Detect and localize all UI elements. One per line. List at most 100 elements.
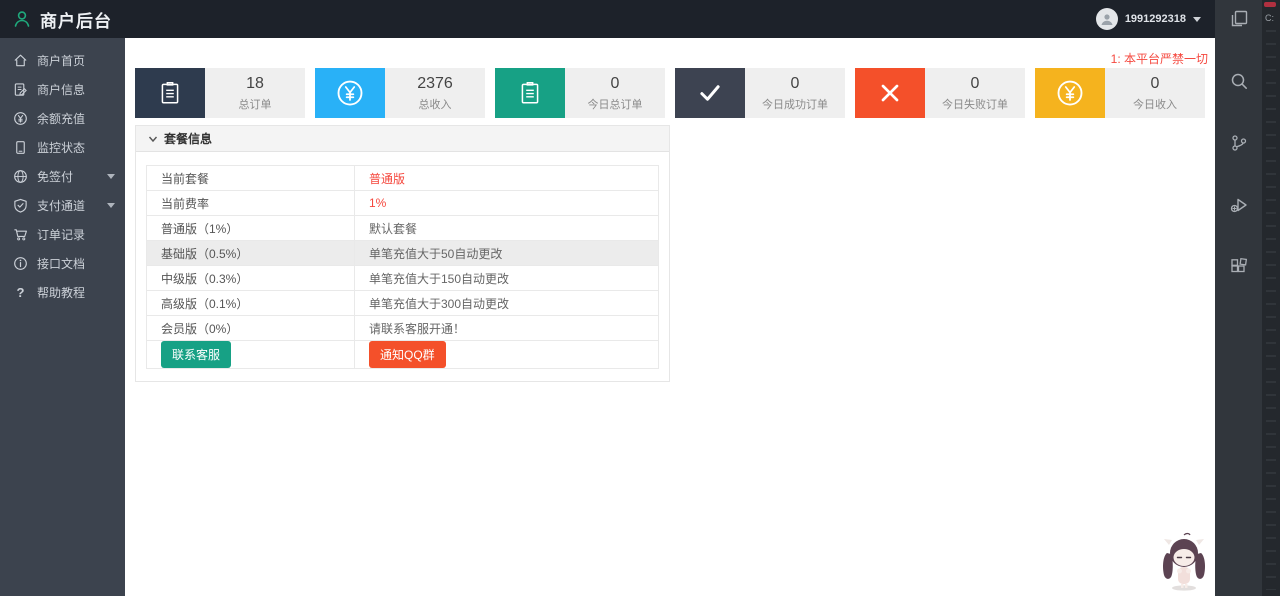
stat-label: 总收入 [418,98,452,111]
sidebar-item-no-sign-pay[interactable]: 免签付 [0,162,125,191]
clipboard-icon [135,68,205,118]
sidebar-item-order-records[interactable]: 订单记录 [0,220,125,249]
extensions-icon[interactable] [1224,252,1254,282]
stat-label: 今日收入 [1133,98,1177,111]
row-value: 单笔充值大于150自动更改 [354,265,659,291]
row-value: 单笔充值大于50自动更改 [354,240,659,266]
sidebar-item-api-docs[interactable]: 接口文档 [0,249,125,278]
run-debug-icon[interactable] [1224,190,1254,220]
home-icon [14,54,27,67]
top-header-bar: 商户后台 1991292318 [0,0,1215,38]
stat-card-total-income: 2376 总收入 [315,68,485,118]
stat-value: 18 [246,74,264,92]
sidebar-item-label: 接口文档 [37,257,86,271]
sidebar-item-balance-recharge[interactable]: 余额充值 [0,104,125,133]
sidebar-item-label: 监控状态 [37,141,86,155]
stat-card-today-failed-orders: 0 今日失败订单 [855,68,1025,118]
mascot-character[interactable] [1155,531,1213,593]
globe-icon [14,170,27,183]
stat-card-total-orders: 18 总订单 [135,68,305,118]
clipboard-icon [495,68,565,118]
user-menu[interactable]: 1991292318 [1095,8,1215,30]
table-row: 普通版（1%） 默认套餐 [146,215,659,241]
row-value: 请联系客服开通！ [354,315,659,341]
sidebar-item-home[interactable]: 商户首页 [0,46,125,75]
sidebar: 商户首页 商户信息 余额充值 监控状态 免签付 支付通道 订单记录 接口文档 ?… [0,38,125,596]
row-label: 高级版（0.1%） [146,290,355,316]
person-logo-icon [14,11,30,27]
check-icon [675,68,745,118]
package-info-table: 当前套餐 普通版 当前费率 1% 普通版（1%） 默认套餐 基础版（0.5%） … [146,165,659,369]
row-value: 1% [354,190,659,216]
content-area: 1: 本平台严禁一切 18 总订单 2376 总收入 0 今日总订单 0 今日成… [125,38,1215,596]
sidebar-item-merchant-info[interactable]: 商户信息 [0,75,125,104]
cart-icon [14,229,27,241]
stat-label: 今日总订单 [587,98,643,111]
announcement-marquee: 1: 本平台严禁一切 [1110,52,1208,66]
avatar[interactable] [1095,8,1118,30]
avatar-person-icon [1101,14,1113,25]
chevron-down-icon [148,136,158,142]
sidebar-item-label: 商户首页 [37,54,86,68]
table-row: 当前费率 1% [146,190,659,216]
stat-card-today-orders: 0 今日总订单 [495,68,665,118]
info-circle-icon [14,257,27,270]
chevron-down-icon [1193,16,1201,22]
screen: 商户后台 1991292318 商户首页 商户信息 余额充值 监控状态 免签付 … [0,0,1280,596]
user-id: 1991292318 [1124,13,1186,25]
sidebar-item-payment-channel[interactable]: 支付通道 [0,191,125,220]
row-value: 普通版 [354,165,659,191]
sidebar-item-label: 免签付 [37,170,74,184]
chevron-down-icon [107,203,115,208]
contact-support-button[interactable]: 联系客服 [161,341,232,368]
stat-label: 今日失败订单 [942,98,1008,111]
row-value: 默认套餐 [354,215,659,241]
stat-card-today-income: 0 今日收入 [1035,68,1205,118]
sidebar-item-label: 订单记录 [37,228,86,242]
main-area: 商户首页 商户信息 余额充值 监控状态 免签付 支付通道 订单记录 接口文档 ?… [0,38,1215,596]
table-row-buttons: 联系客服 通知QQ群 [146,340,659,369]
yen-circle-icon [315,68,385,118]
table-row: 当前套餐 普通版 [146,165,659,191]
package-info-panel-header[interactable]: 套餐信息 [136,126,669,152]
merchant-admin-app: 商户后台 1991292318 商户首页 商户信息 余额充值 监控状态 免签付 … [0,0,1215,596]
row-label: 基础版（0.5%） [146,240,355,266]
sidebar-item-label: 帮助教程 [37,286,86,300]
stat-cards-row: 18 总订单 2376 总收入 0 今日总订单 0 今日成功订单 0 今日失败订… [135,68,1215,118]
activity-bar [1215,0,1262,596]
sidebar-item-label: 余额充值 [37,112,86,126]
pages-icon[interactable] [1224,4,1254,34]
row-label: 当前套餐 [146,165,355,191]
search-icon[interactable] [1224,66,1254,96]
sidebar-item-label: 商户信息 [37,83,86,97]
notify-qq-group-button[interactable]: 通知QQ群 [369,341,446,368]
row-value: 单笔充值大于300自动更改 [354,290,659,316]
editor-tab-badge [1264,2,1276,7]
stat-value: 0 [970,74,980,92]
yen-circle-icon [14,112,27,125]
stat-label: 总订单 [238,98,272,111]
table-row: 基础版（0.5%） 单笔充值大于50自动更改 [146,240,659,266]
table-row: 会员版（0%） 请联系客服开通！ [146,315,659,341]
stat-value: 0 [1150,74,1160,92]
table-row: 高级版（0.1%） 单笔充值大于300自动更改 [146,290,659,316]
source-control-icon[interactable] [1224,128,1254,158]
sidebar-item-monitor-status[interactable]: 监控状态 [0,133,125,162]
editor-path-label: C: [1265,13,1274,23]
package-info-panel: 套餐信息 当前套餐 普通版 当前费率 1% 普通版（1%） 默认套餐 基础版（0… [135,125,670,382]
row-label: 当前费率 [146,190,355,216]
stat-card-today-success-orders: 0 今日成功订单 [675,68,845,118]
yen-circle-icon [1035,68,1105,118]
row-label: 普通版（1%） [146,215,355,241]
table-row: 中级版（0.3%） 单笔充值大于150自动更改 [146,265,659,291]
panel-title: 套餐信息 [164,132,213,146]
stat-value: 2376 [417,74,453,92]
shield-check-icon [14,198,27,213]
page-title: 商户后台 [40,11,112,31]
sidebar-item-label: 支付通道 [37,199,86,213]
editor-code-lines [1266,30,1276,590]
sidebar-item-help-tutorial[interactable]: ? 帮助教程 [0,278,125,307]
edit-document-icon [14,83,27,96]
editor-sliver: C: [1262,0,1280,596]
question-icon: ? [16,285,25,300]
